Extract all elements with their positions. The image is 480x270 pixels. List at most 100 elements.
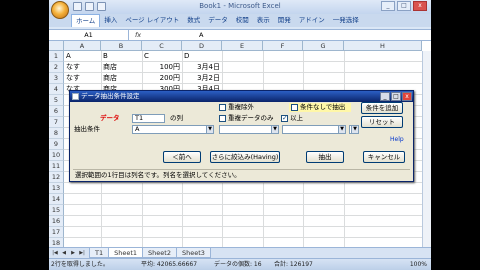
add-condition-button[interactable]: 条件を追加 — [361, 102, 403, 114]
dedupe-checkbox[interactable] — [219, 104, 226, 111]
tab-home[interactable]: ホーム — [71, 14, 101, 27]
row-header[interactable]: 17 — [49, 227, 64, 238]
sheet-tab-sheet3[interactable]: Sheet3 — [175, 248, 211, 258]
row-header[interactable]: 1 — [49, 51, 64, 62]
first-sheet-icon[interactable]: |◀ — [51, 249, 59, 257]
cell[interactable]: なす — [66, 73, 80, 84]
cell[interactable]: B — [103, 51, 108, 62]
cell[interactable]: 商店 — [103, 73, 117, 84]
column-header[interactable]: B — [101, 41, 142, 51]
grid-line — [64, 83, 431, 84]
column-header[interactable]: D — [182, 41, 222, 51]
cell[interactable]: D — [184, 51, 189, 62]
sheet-tab-sheet1[interactable]: Sheet1 — [108, 248, 144, 258]
condition-value-combo[interactable]: ▼ — [282, 125, 346, 134]
cell[interactable]: なす — [66, 62, 80, 73]
column-suffix-label: の列 — [170, 114, 183, 122]
next-sheet-icon[interactable]: ▶ — [69, 249, 77, 257]
dialog-minimize-button[interactable]: _ — [380, 92, 390, 101]
column-header[interactable]: H — [344, 41, 422, 51]
cell[interactable]: 200円 — [142, 73, 180, 84]
narrow-having-button[interactable]: さらに絞込み(Having) — [210, 151, 280, 163]
cell[interactable]: 3月4日 — [182, 62, 220, 73]
vertical-scrollbar[interactable] — [422, 51, 431, 247]
sheet-tab-t1[interactable]: T1 — [89, 248, 110, 258]
dialog-title-text: データ抽出条件設定 — [81, 92, 140, 100]
tab-addins[interactable]: アドイン — [295, 14, 329, 27]
column-header[interactable]: A — [64, 41, 101, 51]
tab-page-layout[interactable]: ページ レイアウト — [121, 14, 183, 27]
column-header[interactable]: F — [263, 41, 303, 51]
maximize-button[interactable]: □ — [397, 1, 411, 11]
row-header[interactable]: 7 — [49, 117, 64, 128]
cell[interactable]: 3月2日 — [182, 73, 220, 84]
extract-all-checkbox[interactable] — [291, 104, 298, 111]
row-header[interactable]: 8 — [49, 128, 64, 139]
row-header[interactable]: 3 — [49, 73, 64, 84]
row-header[interactable]: 13 — [49, 183, 64, 194]
tab-view[interactable]: 表示 — [253, 14, 274, 27]
name-box[interactable]: A1 — [49, 30, 129, 40]
minimize-button[interactable]: _ — [381, 1, 395, 11]
dialog-maximize-button[interactable]: □ — [391, 92, 401, 101]
grid-line — [64, 182, 431, 183]
tab-formulas[interactable]: 数式 — [183, 14, 204, 27]
reset-button[interactable]: リセット — [361, 116, 403, 128]
cell[interactable]: A — [66, 51, 71, 62]
chevron-down-icon[interactable]: ▼ — [338, 126, 345, 133]
column-header[interactable]: E — [222, 41, 263, 51]
row-header[interactable]: 12 — [49, 172, 64, 183]
row-header[interactable]: 9 — [49, 139, 64, 150]
help-link[interactable]: Help — [390, 136, 404, 144]
condition-field-combo[interactable]: A ▼ — [132, 125, 214, 134]
close-button[interactable]: x — [413, 1, 427, 11]
above-checkbox[interactable] — [281, 114, 288, 122]
row-header[interactable]: 14 — [49, 194, 64, 205]
prev-button[interactable]: ＜前へ — [163, 151, 201, 163]
status-bar: 2行を取得しました。 平均: 42065.66667 データの個数: 16 合計… — [49, 258, 431, 270]
prev-sheet-icon[interactable]: ◀ — [60, 249, 68, 257]
dup-only-checkbox[interactable] — [219, 115, 226, 122]
row-header[interactable]: 11 — [49, 161, 64, 172]
grid-line — [64, 72, 431, 73]
cell[interactable]: 商店 — [103, 62, 117, 73]
column-header[interactable]: G — [303, 41, 344, 51]
sheet-tab-sheet2[interactable]: Sheet2 — [142, 248, 177, 258]
extract-button[interactable]: 抽出 — [306, 151, 344, 163]
tab-insert[interactable]: 挿入 — [100, 14, 121, 27]
formula-bar: A1 fx A — [49, 30, 431, 41]
dialog-close-button[interactable]: x — [402, 92, 412, 101]
condition-extra-combo[interactable]: ▼ — [349, 125, 359, 134]
data-column-input[interactable]: T1 — [132, 114, 165, 123]
data-label: データ — [100, 114, 120, 122]
last-sheet-icon[interactable]: ▶| — [78, 249, 86, 257]
chevron-down-icon[interactable]: ▼ — [206, 126, 213, 133]
title-bar: Book1 - Microsoft Excel _ □ x — [49, 0, 431, 19]
condition-operator-combo[interactable]: ▼ — [219, 125, 279, 134]
tab-review[interactable]: 校閲 — [232, 14, 253, 27]
sheet-nav: |◀ ◀ ▶ ▶| — [51, 249, 86, 257]
office-button-icon[interactable] — [51, 1, 69, 19]
cell[interactable]: C — [144, 51, 149, 62]
tab-data[interactable]: データ — [204, 14, 232, 27]
tab-ippatsu[interactable]: 一発选择 — [329, 14, 363, 27]
fx-icon[interactable]: fx — [135, 30, 141, 40]
grid-line — [64, 237, 431, 238]
chevron-down-icon[interactable]: ▼ — [271, 126, 278, 133]
formula-input[interactable]: A — [199, 30, 203, 40]
row-header[interactable]: 15 — [49, 205, 64, 216]
cancel-button[interactable]: キャンセル — [363, 151, 405, 163]
row-header[interactable]: 2 — [49, 62, 64, 73]
dialog-message: 選択範囲の1行目は列名です。列名を選択してください。 — [73, 169, 410, 180]
cell[interactable]: 100円 — [142, 62, 180, 73]
row-header[interactable]: 6 — [49, 106, 64, 117]
chevron-down-icon[interactable]: ▼ — [351, 126, 358, 133]
column-header[interactable]: C — [142, 41, 182, 51]
tab-developer[interactable]: 開発 — [274, 14, 295, 27]
select-all-corner[interactable] — [49, 41, 64, 51]
row-header[interactable]: 4 — [49, 84, 64, 95]
row-header[interactable]: 5 — [49, 95, 64, 106]
zoom-level[interactable]: 100% — [410, 260, 427, 270]
row-header[interactable]: 10 — [49, 150, 64, 161]
row-header[interactable]: 16 — [49, 216, 64, 227]
